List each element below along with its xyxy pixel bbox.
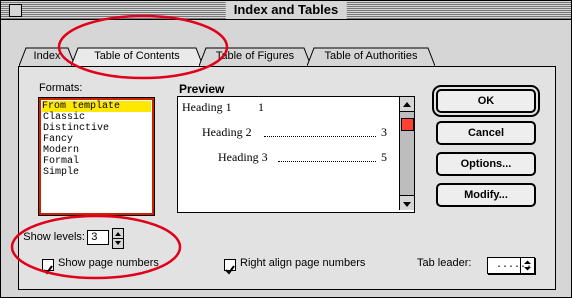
tab-table-of-figures-label: Table of Figures <box>215 50 295 62</box>
preview-heading-3: Heading 3 <box>218 150 268 164</box>
index-and-tables-dialog: Index and Tables Index Table of Contents… <box>0 0 572 298</box>
show-page-numbers-label: Show page numbers <box>58 257 159 269</box>
preview-heading-2: Heading 2 <box>202 125 252 139</box>
stepper-arrows-icon[interactable] <box>113 229 123 248</box>
list-item[interactable]: Classic <box>43 112 85 123</box>
preview-page-3: 5 <box>381 150 387 164</box>
show-levels-stepper[interactable] <box>112 228 124 249</box>
right-align-page-numbers-label: Right align page numbers <box>240 257 366 269</box>
tab-index[interactable]: Index <box>19 47 75 67</box>
scroll-up-arrow-icon[interactable] <box>400 97 414 112</box>
tab-panel: Formats: From template Classic Distincti… <box>18 66 556 290</box>
list-item[interactable]: Fancy <box>43 134 73 145</box>
show-page-numbers-checkbox[interactable] <box>42 259 54 275</box>
tab-leader-popup[interactable]: ...... <box>487 257 535 274</box>
title-bar[interactable]: Index and Tables <box>1 1 571 20</box>
preview-scrollbar[interactable] <box>399 97 414 210</box>
list-item[interactable]: Distinctive <box>43 123 109 134</box>
tab-index-label: Index <box>33 50 61 62</box>
tab-table-of-contents[interactable]: Table of Contents <box>71 47 203 67</box>
preview-pane: Heading 1 1 Heading 2 3 Heading 3 5 <box>177 96 415 213</box>
cancel-button[interactable]: Cancel <box>436 121 536 145</box>
scroll-down-arrow-icon[interactable] <box>400 195 414 210</box>
show-levels-field[interactable]: 3 <box>87 230 109 245</box>
close-box[interactable] <box>9 4 22 17</box>
tab-leader-label: Tab leader: <box>417 257 472 269</box>
list-item[interactable]: Simple <box>43 167 79 178</box>
list-item[interactable]: Formal <box>43 156 79 167</box>
show-levels-label: Show levels: <box>23 231 85 243</box>
formats-list[interactable]: From template Classic Distinctive Fancy … <box>38 97 155 216</box>
tab-table-of-contents-label: Table of Contents <box>94 50 180 62</box>
scroll-thumb[interactable] <box>401 118 414 131</box>
options-button[interactable]: Options... <box>436 152 536 176</box>
preview-leader-3 <box>278 161 376 162</box>
modify-button[interactable]: Modify... <box>436 183 536 207</box>
formats-label: Formats: <box>39 82 83 94</box>
checkmark-icon <box>225 265 235 275</box>
preview-page-2: 3 <box>381 125 387 139</box>
tab-table-of-authorities-label: Table of Authorities <box>324 50 418 62</box>
right-align-page-numbers-checkbox[interactable] <box>224 259 236 275</box>
tab-table-of-authorities[interactable]: Table of Authorities <box>307 47 435 67</box>
preview-page-1: 1 <box>258 100 264 114</box>
preview-label: Preview <box>179 82 225 96</box>
preview-leader-2 <box>264 136 376 137</box>
checkmark-icon <box>43 265 53 275</box>
ok-button[interactable]: OK <box>432 85 540 117</box>
preview-heading-1: Heading 1 <box>182 100 232 114</box>
list-item[interactable]: Modern <box>43 145 79 156</box>
list-item[interactable]: From template <box>42 101 151 112</box>
tab-table-of-figures[interactable]: Table of Figures <box>199 47 311 67</box>
popup-arrows-icon <box>524 260 531 271</box>
window-title: Index and Tables <box>225 1 347 19</box>
